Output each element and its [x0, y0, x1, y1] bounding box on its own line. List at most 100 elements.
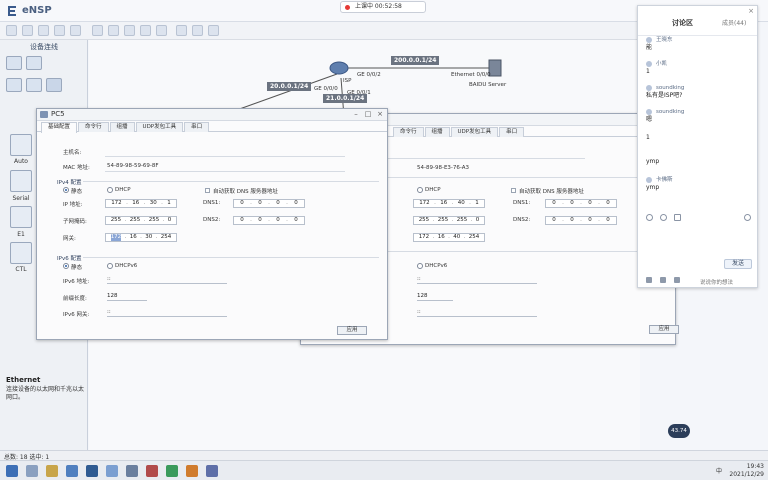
mic-icon[interactable]: [646, 277, 652, 283]
e1-link-icon[interactable]: [10, 206, 32, 228]
settings-task-icon[interactable]: [206, 465, 218, 477]
image-icon[interactable]: [674, 214, 681, 221]
ethernet-info-description: 连接设备的以太网和千兆以太网口。: [6, 386, 85, 401]
open-icon[interactable]: [22, 25, 33, 36]
ipv6-gw-field[interactable]: ::: [107, 309, 227, 317]
terminal-task-icon[interactable]: [126, 465, 138, 477]
ip-tag-right[interactable]: 200.0.0.1/24: [391, 56, 440, 65]
recording-indicator[interactable]: 上课中 00:52:58: [340, 1, 426, 13]
static-radio[interactable]: [63, 187, 69, 193]
auto-dns-checkbox[interactable]: [205, 188, 210, 193]
redo-icon[interactable]: [70, 25, 81, 36]
tab-basic-config[interactable]: 基础配置: [41, 122, 78, 133]
stop-device-icon[interactable]: [192, 25, 203, 36]
serial-link-icon[interactable]: [10, 170, 32, 192]
hostname-field[interactable]: [105, 156, 345, 157]
tray-clock[interactable]: 19:43 2021/12/29: [729, 463, 764, 479]
speaker-icon[interactable]: [660, 277, 666, 283]
ipv6-addr-field[interactable]: ::: [107, 276, 227, 284]
save-icon[interactable]: [38, 25, 49, 36]
ip-field-right[interactable]: 172. 16. 40. 1: [413, 199, 485, 208]
ip-tag-left[interactable]: 20.0.0.1/24: [267, 82, 312, 91]
start-icon[interactable]: [6, 465, 18, 477]
switch-category-icon[interactable]: [26, 56, 42, 70]
dhcpv6-radio-right[interactable]: [417, 263, 423, 269]
dns2-field-right[interactable]: 0.0.0.0: [545, 216, 617, 225]
tab-udp-right[interactable]: UDP发包工具: [450, 127, 499, 137]
taskbar: 中 19:43 2021/12/29: [0, 460, 768, 480]
folder-icon[interactable]: [46, 465, 58, 477]
dhcp-radio-right[interactable]: [417, 187, 423, 193]
auto-link-icon[interactable]: [10, 134, 32, 156]
scissors-icon[interactable]: [660, 214, 667, 221]
serial-link-label: Serial: [12, 195, 30, 202]
gateway-field-right[interactable]: 172. 16. 40. 254: [413, 233, 485, 242]
tab-cli[interactable]: 命令行: [78, 122, 109, 132]
emoji-icon[interactable]: [646, 214, 653, 221]
app-task-icon[interactable]: [106, 465, 118, 477]
dns1-field-right[interactable]: 0.0.0.0: [545, 199, 617, 208]
prefix-field-right[interactable]: 128: [417, 293, 453, 301]
ipv6-gw-field-right[interactable]: ::: [417, 309, 537, 317]
chat-message: ymp: [646, 158, 660, 165]
mask-field-right[interactable]: 255. 255. 255. 0: [413, 216, 485, 225]
dhcp-radio[interactable]: [107, 187, 113, 193]
chat-message: 卡佛斯 ymp: [646, 177, 673, 191]
ipv6-addr-field-right[interactable]: ::: [417, 276, 537, 284]
new-topology-icon[interactable]: [6, 25, 17, 36]
dns2-field[interactable]: 0.0.0.0: [233, 216, 305, 225]
minimize-icon[interactable]: –: [351, 110, 361, 119]
subnet-mask-field[interactable]: 255. 255. 255. 0: [105, 216, 177, 225]
capture-icon[interactable]: [208, 25, 219, 36]
close-icon[interactable]: ×: [748, 7, 754, 15]
undo-icon[interactable]: [54, 25, 65, 36]
move-icon[interactable]: [108, 25, 119, 36]
dhcpv6-radio[interactable]: [107, 263, 113, 269]
link-category-icon[interactable]: [46, 78, 62, 92]
start-device-icon[interactable]: [176, 25, 187, 36]
send-button[interactable]: 发送: [724, 259, 752, 269]
close-icon[interactable]: ×: [375, 110, 385, 119]
tab-multicast[interactable]: 组播: [109, 122, 135, 132]
delete-icon[interactable]: [156, 25, 167, 36]
ensp-task-icon[interactable]: [86, 465, 98, 477]
explorer-icon[interactable]: [26, 465, 38, 477]
camera-icon[interactable]: [674, 277, 680, 283]
tab-multicast-right[interactable]: 组播: [424, 127, 450, 137]
router-category-icon[interactable]: [6, 56, 22, 70]
text-icon[interactable]: [124, 25, 135, 36]
tab-members[interactable]: 成员(44): [722, 18, 746, 27]
browser-icon[interactable]: [66, 465, 78, 477]
static6-label: 静态: [71, 265, 83, 271]
tool-task-icon[interactable]: [186, 465, 198, 477]
app-title: eNSP: [22, 5, 52, 16]
chat-input[interactable]: 说说你的想法: [700, 278, 733, 286]
cloud-category-icon[interactable]: [26, 78, 42, 92]
chat-message: soundking 私有是ISP吧?: [646, 85, 685, 99]
tab-udp-tool[interactable]: UDP发包工具: [135, 122, 184, 132]
select-icon[interactable]: [92, 25, 103, 36]
maximize-icon[interactable]: □: [363, 110, 373, 119]
floating-widget[interactable]: 43.74: [668, 424, 690, 438]
static6-radio[interactable]: [63, 263, 69, 269]
ctl-link-icon[interactable]: [10, 242, 32, 264]
tab-discussion[interactable]: 讨论区: [672, 18, 693, 28]
tab-serial-right[interactable]: 串口: [499, 127, 525, 137]
chat-task-icon[interactable]: [166, 465, 178, 477]
media-task-icon[interactable]: [146, 465, 158, 477]
ip-tag-bottom[interactable]: 21.0.0.1/24: [323, 94, 368, 103]
ime-indicator[interactable]: 中: [716, 466, 722, 475]
avatar: [646, 37, 652, 43]
gateway-field[interactable]: 172. 16. 30. 254: [105, 233, 177, 242]
ip-address-field[interactable]: 172. 16. 30. 1: [105, 199, 177, 208]
prefix-field[interactable]: 128: [107, 293, 147, 301]
apply-button-right[interactable]: 应用: [649, 325, 679, 334]
shape-icon[interactable]: [140, 25, 151, 36]
more-icon[interactable]: [744, 214, 751, 221]
tab-cli-right[interactable]: 命令行: [393, 127, 424, 137]
tab-serial[interactable]: 串口: [184, 122, 210, 132]
pc-category-icon[interactable]: [6, 78, 22, 92]
apply-button[interactable]: 应用: [337, 326, 367, 335]
auto-dns-checkbox-right[interactable]: [511, 188, 516, 193]
dns1-field[interactable]: 0.0.0.0: [233, 199, 305, 208]
